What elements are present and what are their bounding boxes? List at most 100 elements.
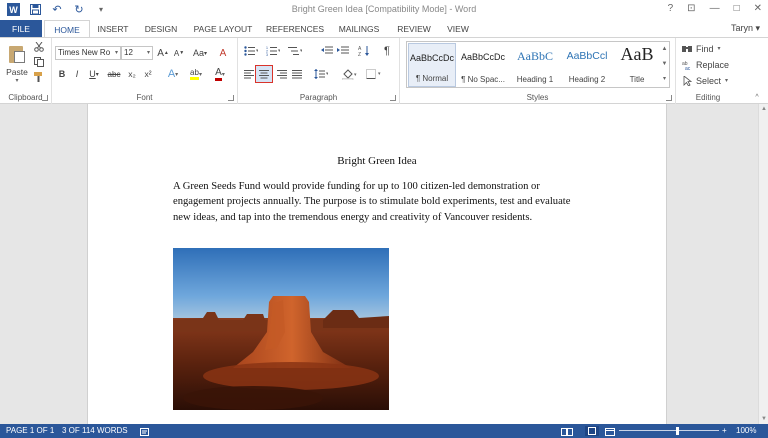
underline-button[interactable]: U ▾ — [86, 67, 102, 81]
scroll-up-icon[interactable]: ▲ — [761, 106, 767, 112]
text-effects-label: A — [167, 68, 176, 80]
replace-icon: abac — [682, 61, 691, 70]
tab-file[interactable]: FILE — [0, 20, 42, 38]
style-title-name: Title — [629, 75, 645, 84]
user-account[interactable]: Taryn ▾ — [731, 23, 760, 34]
web-layout-icon[interactable] — [605, 427, 615, 438]
strikethrough-button[interactable]: abc — [106, 67, 122, 81]
style-normal-preview: AaBbCcDc — [409, 53, 454, 63]
close-button[interactable]: ✕ — [754, 3, 762, 14]
find-icon — [682, 45, 692, 52]
line-spacing-icon[interactable]: ▾ — [312, 67, 330, 81]
tab-insert[interactable]: INSERT — [92, 20, 134, 38]
tab-mailings[interactable]: MAILINGS — [334, 20, 384, 38]
style-no-spacing[interactable]: AaBbCcDc ¶ No Spac... — [458, 43, 508, 87]
font-launcher-icon[interactable] — [228, 95, 234, 101]
tab-view[interactable]: VIEW — [442, 20, 474, 38]
document-page[interactable]: Bright Green Idea A Green Seeds Fund wou… — [87, 104, 667, 424]
maximize-button[interactable]: □ — [734, 3, 740, 14]
subscript-button[interactable]: x₂ — [125, 67, 139, 81]
font-size-combo[interactable]: 12 ▾ — [121, 46, 153, 60]
shrink-font-button[interactable]: A ▼ — [172, 46, 186, 60]
cut-icon[interactable] — [33, 41, 45, 53]
zoom-level[interactable]: 100% — [736, 424, 756, 438]
align-right-icon[interactable] — [275, 67, 289, 81]
bullets-icon[interactable]: ▾ — [242, 44, 260, 58]
zoom-out-button[interactable]: − — [621, 424, 626, 438]
paste-button[interactable]: Paste ▾ — [4, 44, 30, 84]
window-controls: ? ⊡ — □ ✕ — [668, 3, 762, 14]
font-color-button[interactable]: A ▾ — [210, 67, 230, 81]
select-button[interactable]: Select ▾ — [682, 74, 738, 87]
borders-icon[interactable]: ▾ — [364, 67, 384, 81]
tab-references[interactable]: REFERENCES — [264, 20, 326, 38]
justify-icon[interactable] — [290, 67, 304, 81]
scroll-down-icon[interactable]: ▼ — [761, 416, 767, 422]
highlight-label: ab — [190, 68, 199, 80]
title-bar: W ↶ ↻ ▾ Bright Green Idea [Compatibility… — [0, 0, 768, 20]
svg-text:▾: ▾ — [378, 71, 381, 77]
document-title: Bright Green Idea — [337, 155, 417, 167]
numbering-icon[interactable]: 1 2 3 ▾ — [264, 44, 282, 58]
align-left-icon[interactable] — [242, 67, 256, 81]
style-title[interactable]: AaB Title — [614, 43, 660, 87]
zoom-in-button[interactable]: + — [722, 424, 727, 438]
styles-scroll-down-icon[interactable]: ▼ — [660, 57, 669, 72]
change-case-button[interactable]: Aa ▾ — [190, 46, 210, 60]
collapse-ribbon-icon[interactable]: ^ — [752, 92, 762, 102]
help-button[interactable]: ? — [668, 3, 674, 14]
zoom-slider-thumb[interactable] — [676, 427, 679, 435]
shading-icon[interactable]: ▾ — [340, 67, 360, 81]
styles-scroll[interactable]: ▲ ▼ ▾ — [660, 41, 670, 88]
proofing-icon[interactable] — [140, 427, 150, 438]
styles-more-icon[interactable]: ▾ — [660, 72, 669, 87]
multilevel-list-icon[interactable]: ▾ — [286, 44, 304, 58]
tab-design[interactable]: DESIGN — [140, 20, 182, 38]
document-area: Bright Green Idea A Green Seeds Fund wou… — [0, 104, 768, 424]
style-heading-2-name: Heading 2 — [568, 75, 606, 84]
desert-butte-image[interactable] — [173, 248, 389, 410]
print-layout-icon[interactable] — [585, 426, 599, 436]
style-no-spacing-preview: AaBbCcDc — [460, 52, 505, 62]
page-count[interactable]: PAGE 1 OF 1 — [6, 424, 54, 438]
font-name-combo[interactable]: Times New Ro ▾ — [55, 46, 121, 60]
vertical-scrollbar[interactable]: ▲ ▼ — [758, 104, 768, 424]
highlight-button[interactable]: ab ▾ — [186, 67, 206, 81]
clear-formatting-label: A — [219, 47, 227, 59]
style-heading-2[interactable]: AaBbCcl Heading 2 — [562, 43, 612, 87]
tab-review[interactable]: REVIEW — [392, 20, 436, 38]
show-marks-button[interactable]: ¶ — [380, 44, 394, 58]
copy-icon[interactable] — [33, 56, 45, 68]
clipboard-launcher-icon[interactable] — [42, 95, 48, 101]
read-mode-icon[interactable] — [561, 427, 573, 438]
text-effects-button[interactable]: A ▾ — [164, 67, 182, 81]
find-button[interactable]: Find ▾ — [682, 42, 732, 55]
decrease-indent-icon[interactable] — [320, 44, 334, 58]
italic-button[interactable]: I — [71, 67, 83, 81]
minimize-button[interactable]: — — [710, 3, 720, 14]
replace-button[interactable]: ab ac Replace — [682, 58, 738, 71]
editing-group: Find ▾ ab ac Replace Select ▾ Editing — [676, 38, 740, 104]
paragraph-launcher-icon[interactable] — [390, 95, 396, 101]
bold-button[interactable]: B — [56, 67, 68, 81]
grow-font-button[interactable]: A ▲ — [156, 46, 170, 60]
ribbon-display-button[interactable]: ⊡ — [687, 3, 695, 14]
clear-formatting-button[interactable]: A — [216, 46, 230, 60]
document-paragraph: A Green Seeds Fund would provide funding… — [173, 181, 571, 223]
align-center-icon[interactable] — [255, 65, 273, 83]
window-title: Bright Green Idea [Compatibility Mode] -… — [291, 4, 477, 14]
style-heading-1[interactable]: AaBbC Heading 1 — [510, 43, 560, 87]
word-count[interactable]: 3 OF 114 WORDS — [62, 424, 128, 438]
increase-indent-icon[interactable] — [336, 44, 350, 58]
zoom-slider-track[interactable] — [619, 430, 719, 431]
paragraph-group: ▾ 1 2 3 ▾ ▾ AZ ¶ ▾ ▾ ▾ Paragraph — [238, 38, 400, 104]
format-painter-icon[interactable] — [33, 71, 45, 83]
style-title-preview: AaB — [620, 44, 654, 64]
style-normal[interactable]: AaBbCcDc ¶ Normal — [408, 43, 456, 87]
tab-page-layout[interactable]: PAGE LAYOUT — [190, 20, 256, 38]
styles-scroll-up-icon[interactable]: ▲ — [660, 42, 669, 57]
clipboard-group: Paste ▾ Clipboard — [0, 38, 52, 104]
superscript-button[interactable]: x² — [141, 67, 155, 81]
sort-icon[interactable]: AZ — [356, 44, 374, 58]
styles-launcher-icon[interactable] — [666, 95, 672, 101]
